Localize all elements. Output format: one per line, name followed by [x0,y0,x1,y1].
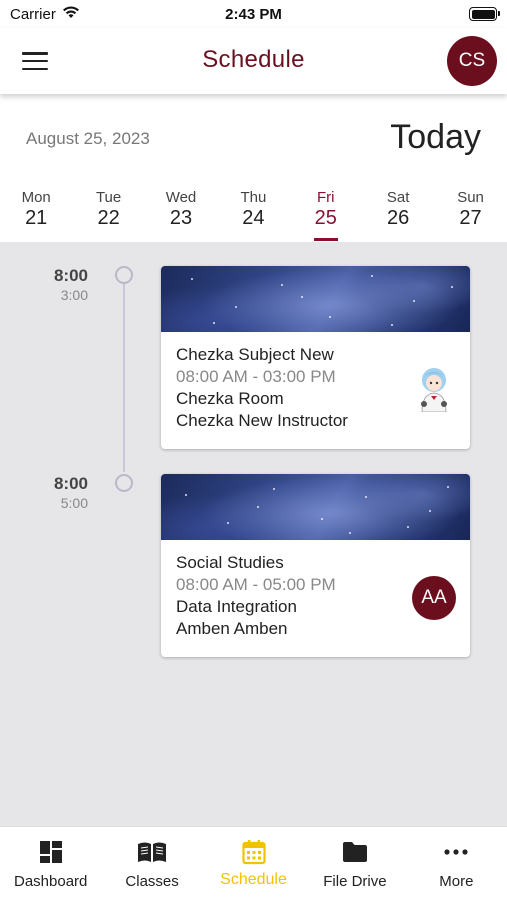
day-name: Tue [95,189,122,206]
timeline-dot [115,266,133,284]
day-name: Wed [165,189,197,206]
wifi-icon [62,5,80,23]
day-thu[interactable]: Thu 24 [217,184,289,242]
event-title: Chezka Subject New [176,345,334,364]
book-icon [137,839,167,865]
event-title: Social Studies [176,553,284,572]
event-card[interactable]: Chezka Subject New 08:00 AM - 03:00 PM C… [161,266,470,449]
day-mon[interactable]: Mon 21 [0,184,72,242]
day-number: 22 [97,207,120,229]
nav-label: Dashboard [14,873,88,890]
nav-file-drive[interactable]: File Drive [304,827,405,900]
event-card-body: Social Studies 08:00 AM - 05:00 PM Data … [161,540,470,657]
event-instructor: Amben Amben [176,619,288,638]
more-dots-icon [441,839,471,865]
day-number: 26 [387,207,410,229]
event-end-time: 5:00 [60,495,88,511]
event-card[interactable]: Social Studies 08:00 AM - 05:00 PM Data … [161,474,470,657]
week-strip: Mon 21 Tue 22 Wed 23 Thu 24 Fri 25 Sat 26 Sun 2… [0,184,507,242]
dashboard-icon [36,839,66,865]
day-number: 24 [242,207,265,229]
nav-dashboard[interactable]: Dashboard [0,827,101,900]
nav-label: File Drive [323,873,387,890]
day-number: 21 [25,207,48,229]
day-wed[interactable]: Wed 23 [145,184,217,242]
today-button[interactable]: Today [390,118,481,157]
schedule-list[interactable]: 8:00 3:00 Chezka Subject New 08:00 AM - … [0,242,507,826]
timeline-dot [115,474,133,492]
event-start-time: 8:00 [53,474,88,493]
event-card-body: Chezka Subject New 08:00 AM - 03:00 PM C… [161,332,470,449]
status-time: 2:43 PM [225,5,282,23]
day-name: Fri [317,189,335,206]
instructor-avatar: AA [412,576,456,620]
user-avatar[interactable]: CS [447,36,497,86]
day-sat[interactable]: Sat 26 [362,184,434,242]
nav-label: Schedule [220,871,287,888]
event-end-time: 3:00 [60,287,88,303]
nav-classes[interactable]: Classes [101,827,202,900]
calendar-icon [239,839,269,865]
nav-schedule[interactable]: Schedule [203,827,304,900]
battery-icon [469,7,500,21]
event-instructor: Chezka New Instructor [176,411,348,430]
event-time-range: 08:00 AM - 03:00 PM [176,367,336,386]
status-left: Carrier [10,5,180,23]
current-date: August 25, 2023 [26,129,150,148]
day-fri-selected[interactable]: Fri 25 [290,184,362,242]
status-bar: Carrier 2:43 PM [0,0,507,28]
day-number: 25 [314,207,337,229]
nav-more[interactable]: More [406,827,507,900]
galaxy-banner-image [161,266,470,332]
date-row: August 25, 2023 Today [0,94,507,184]
folder-icon [340,839,370,865]
nav-label: Classes [125,873,179,890]
page-title: Schedule [202,46,305,73]
day-name: Mon [21,189,51,206]
status-right [327,7,500,21]
day-name: Sun [457,189,484,206]
event-time: 8:00 5:00 [26,474,88,511]
nav-label: More [439,873,474,890]
day-name: Thu [240,189,267,206]
app-header: Schedule CS [0,28,507,94]
bottom-nav: Dashboard Classes Schedule File Drive Mo… [0,826,507,900]
timeline-line [123,276,125,472]
event-start-time: 8:00 [53,266,88,285]
galaxy-banner-image [161,474,470,540]
day-number: 23 [169,207,193,229]
day-name: Sat [386,189,410,206]
carrier-label: Carrier [10,5,56,23]
event-room: Chezka Room [176,389,284,408]
day-tue[interactable]: Tue 22 [72,184,144,242]
instructor-avatar-image [416,366,452,413]
day-number: 27 [459,207,482,229]
event-time: 8:00 3:00 [26,266,88,303]
day-sun[interactable]: Sun 27 [434,184,506,242]
